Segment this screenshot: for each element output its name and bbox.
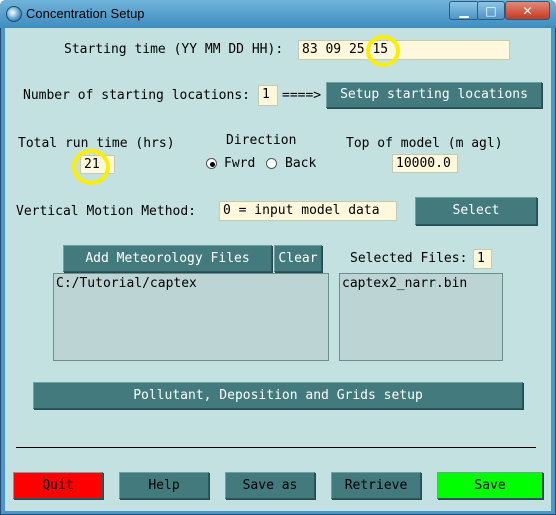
- radio-forward[interactable]: [206, 158, 217, 169]
- list-item[interactable]: captex2_narr.bin: [342, 276, 500, 291]
- quit-button[interactable]: Quit: [13, 472, 103, 499]
- top-model-label: Top of model (m agl): [346, 136, 503, 151]
- highlight-ring: [366, 35, 400, 67]
- minimize-button[interactable]: ▁: [449, 1, 479, 20]
- window-title: Concentration Setup: [26, 6, 145, 21]
- selected-files-list[interactable]: captex2_narr.bin: [339, 273, 503, 361]
- starting-time-input[interactable]: 83 09 25 15: [298, 40, 510, 60]
- starting-time-label: Starting time (YY MM DD HH):: [64, 42, 284, 57]
- retrieve-button[interactable]: Retrieve: [331, 472, 421, 499]
- save-button[interactable]: Save: [437, 472, 543, 499]
- radio-back-label: Back: [285, 156, 317, 171]
- num-locations-label: Number of starting locations:: [23, 88, 250, 103]
- highlight-ring: [72, 149, 110, 185]
- vertical-motion-input[interactable]: 0 = input model data: [219, 201, 397, 221]
- add-meteorology-button[interactable]: Add Meteorology Files: [63, 245, 272, 272]
- radio-back[interactable]: [266, 158, 277, 169]
- radio-forward-label: Fwrd: [224, 156, 256, 171]
- arrow-text: ====>: [282, 88, 322, 103]
- num-locations-input[interactable]: 1: [258, 85, 278, 106]
- vertical-motion-label: Vertical Motion Method:: [16, 204, 197, 219]
- selected-files-label: Selected Files:: [350, 251, 468, 266]
- selected-files-count: 1: [473, 249, 492, 269]
- title-bar[interactable]: Concentration Setup ▁ □ ✕: [0, 0, 556, 28]
- meteorology-directory-list[interactable]: C:/Tutorial/captex: [53, 273, 329, 361]
- close-button[interactable]: ✕: [505, 1, 550, 20]
- help-button[interactable]: Help: [119, 472, 209, 499]
- globe-icon: [6, 6, 22, 22]
- list-item[interactable]: C:/Tutorial/captex: [56, 276, 326, 291]
- divider: [16, 447, 536, 448]
- pollutant-setup-button[interactable]: Pollutant, Deposition and Grids setup: [33, 382, 523, 409]
- select-vertical-motion-button[interactable]: Select: [415, 197, 537, 225]
- clear-button[interactable]: Clear: [274, 245, 322, 272]
- top-model-input[interactable]: 10000.0: [392, 154, 458, 173]
- save-as-button[interactable]: Save as: [225, 472, 315, 499]
- maximize-button[interactable]: □: [477, 1, 505, 20]
- setup-locations-button[interactable]: Setup starting locations: [326, 82, 542, 108]
- direction-label: Direction: [226, 133, 297, 148]
